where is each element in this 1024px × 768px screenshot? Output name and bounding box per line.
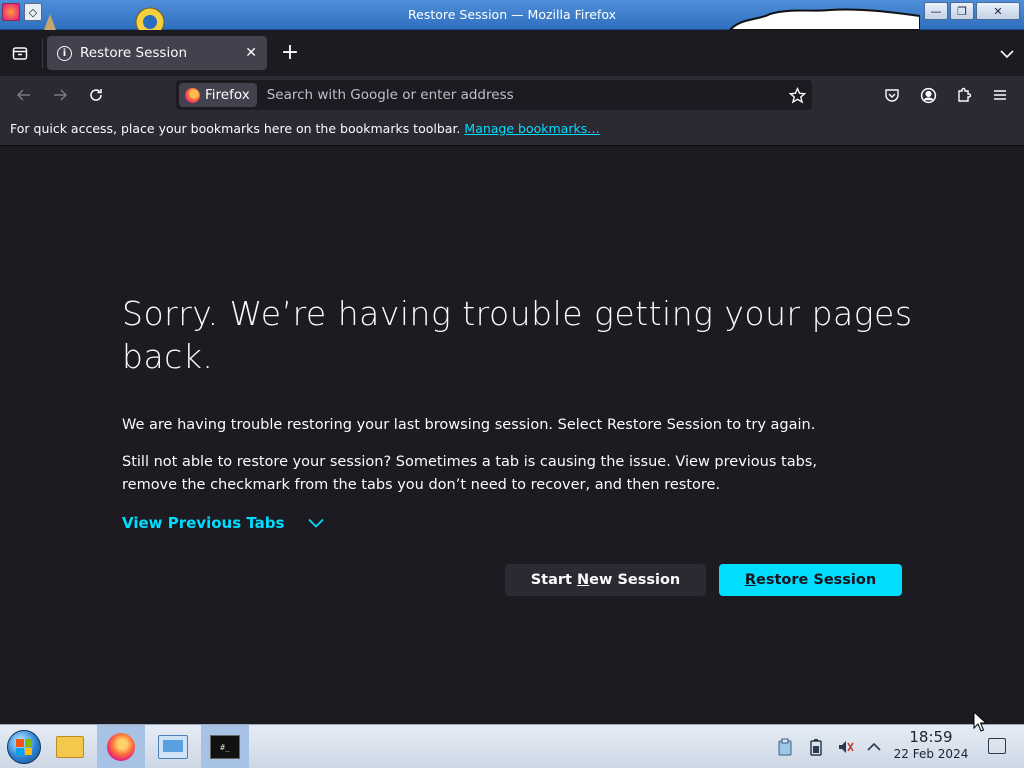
battery-tray-button[interactable] xyxy=(804,725,828,768)
start-button[interactable] xyxy=(0,725,48,768)
show-desktop-button[interactable] xyxy=(988,738,1006,754)
page-content: Sorry. We’re having trouble getting your… xyxy=(0,146,1024,724)
url-input[interactable] xyxy=(266,87,782,103)
minimize-button[interactable]: — xyxy=(924,2,948,20)
start-new-session-label-part: Start xyxy=(530,572,578,588)
restore-session-accesskey: R xyxy=(744,572,756,588)
restore-hint: Still not able to restore your session? … xyxy=(122,454,817,493)
volume-muted-icon xyxy=(839,741,854,753)
restore-session-button[interactable]: Restore Session xyxy=(719,564,902,596)
extensions-button[interactable] xyxy=(951,83,977,107)
bookmarks-empty-message: For quick access, place your bookmarks h… xyxy=(10,121,461,136)
restore-session-label-rest: estore Session xyxy=(755,572,877,588)
bookmark-star-button[interactable] xyxy=(782,83,812,107)
clock-date: 22 Feb 2024 xyxy=(893,747,969,761)
taskbar-firefox[interactable] xyxy=(97,725,145,768)
puzzle-icon xyxy=(958,87,972,102)
firefox-view-icon xyxy=(12,47,28,60)
tab-separator xyxy=(42,38,43,68)
chevron-down-icon xyxy=(1000,50,1014,59)
show-hidden-icons-button[interactable] xyxy=(862,725,886,768)
list-all-tabs-button[interactable] xyxy=(1000,44,1014,63)
taskbar-clock[interactable]: 18:59 22 Feb 2024 xyxy=(888,727,974,761)
forward-button[interactable] xyxy=(47,83,73,107)
view-previous-tabs-toggle[interactable]: View Previous Tabs xyxy=(122,514,325,532)
reload-icon xyxy=(90,89,102,101)
clock-time: 18:59 xyxy=(909,728,953,746)
view-previous-tabs-label: View Previous Tabs xyxy=(122,514,285,532)
maximize-button[interactable]: ❐ xyxy=(950,2,974,20)
app-menu-button[interactable] xyxy=(987,83,1013,107)
close-tab-button[interactable]: ✕ xyxy=(245,45,257,61)
firefox-view-button[interactable] xyxy=(6,41,34,65)
volume-tray-button[interactable] xyxy=(834,725,858,768)
firefox-icon xyxy=(107,733,135,761)
manage-bookmarks-link[interactable]: Manage bookmarks… xyxy=(464,121,599,136)
tab-label: Restore Session xyxy=(80,45,188,61)
taskbar-file-manager[interactable] xyxy=(46,725,94,768)
start-new-session-label-rest: ew Session xyxy=(589,572,681,588)
start-new-session-accesskey: N xyxy=(577,572,590,588)
system-settings-icon xyxy=(158,735,188,759)
info-icon: i xyxy=(57,45,72,61)
taskbar-system-settings[interactable] xyxy=(149,725,197,768)
pocket-icon xyxy=(885,89,899,102)
tab-strip: i Restore Session ✕ + xyxy=(0,30,1024,76)
start-orb-icon xyxy=(7,730,41,764)
bookmarks-toolbar: For quick access, place your bookmarks h… xyxy=(0,114,1024,146)
window-title: Restore Session — Mozilla Firefox xyxy=(408,7,616,22)
address-bar[interactable]: Firefox xyxy=(176,80,812,110)
chevron-down-icon xyxy=(308,518,325,528)
folder-icon xyxy=(56,736,84,758)
pocket-button[interactable] xyxy=(879,83,905,107)
star-icon xyxy=(788,86,806,104)
terminal-icon: #_ xyxy=(210,735,240,759)
page-title: Sorry. We’re having trouble getting your… xyxy=(122,294,913,376)
forward-arrow-icon xyxy=(54,89,68,101)
clipboard-tray-button[interactable] xyxy=(773,725,797,768)
account-icon xyxy=(920,87,936,103)
new-tab-button[interactable]: + xyxy=(278,42,302,66)
account-button[interactable] xyxy=(915,83,941,107)
clipboard-icon xyxy=(778,738,792,756)
battery-icon xyxy=(810,739,822,756)
mouse-cursor-icon xyxy=(973,711,987,732)
reload-button[interactable] xyxy=(83,83,109,107)
navigation-toolbar: Firefox xyxy=(0,76,1024,114)
start-new-session-button[interactable]: Start New Session xyxy=(505,564,706,596)
close-window-button[interactable]: ✕ xyxy=(976,2,1020,20)
back-arrow-icon xyxy=(16,89,30,101)
tab-restore-session[interactable]: i Restore Session ✕ xyxy=(47,36,267,70)
firefox-logo-icon xyxy=(185,87,200,103)
window-controls: — ❐ ✕ xyxy=(924,2,1020,20)
identity-box[interactable]: Firefox xyxy=(179,83,257,107)
identity-label: Firefox xyxy=(205,87,250,103)
window-titlebar[interactable]: ◇ Restore Session — Mozilla Firefox — ❐ … xyxy=(0,0,1024,30)
taskbar-terminal[interactable]: #_ xyxy=(201,725,249,768)
hamburger-menu-icon xyxy=(994,90,1006,100)
taskbar: #_ 18:59 22 Feb 2024 xyxy=(0,724,1024,768)
chevron-up-icon xyxy=(867,742,881,751)
error-description: We are having trouble restoring your las… xyxy=(122,417,816,433)
back-button[interactable] xyxy=(11,83,37,107)
